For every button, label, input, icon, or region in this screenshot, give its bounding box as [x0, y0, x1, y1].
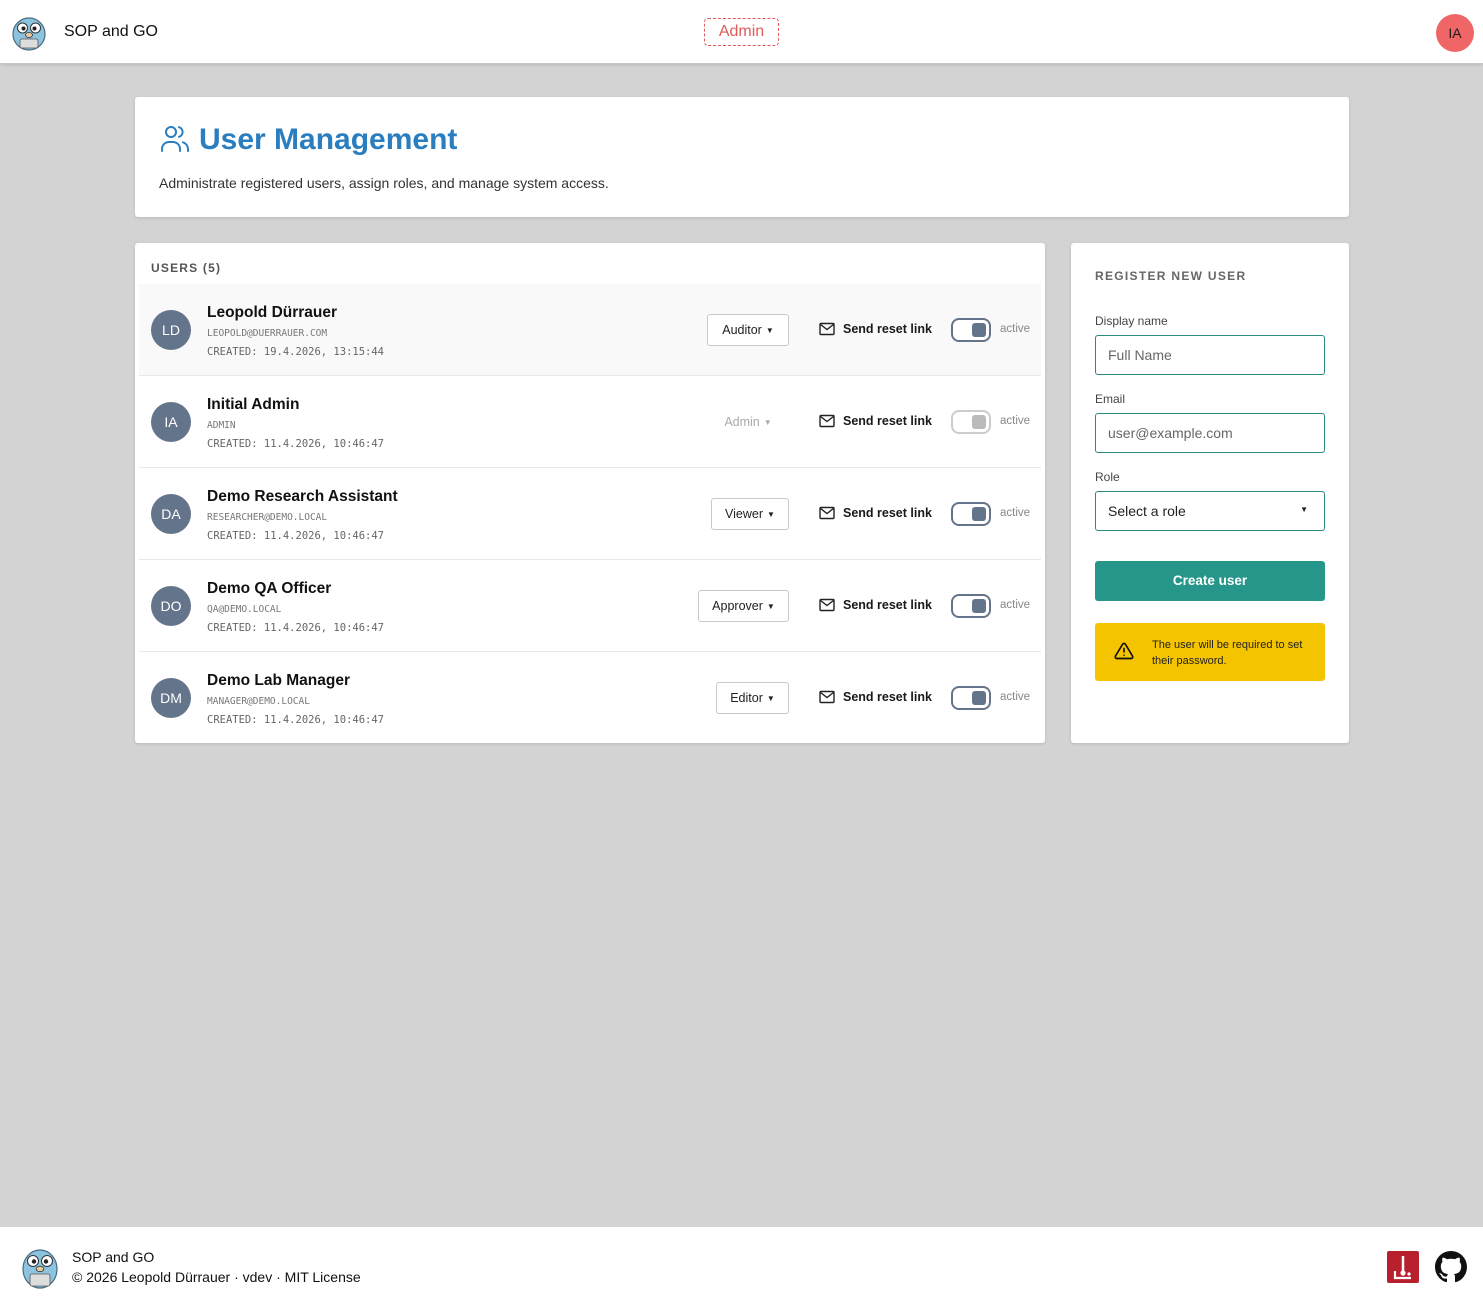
- user-avatar[interactable]: IA: [1436, 14, 1474, 52]
- user-avatar: DA: [151, 494, 191, 534]
- chevron-down-icon: ▼: [763, 418, 772, 427]
- user-avatar: DO: [151, 586, 191, 626]
- reset-link-label: Send reset link: [843, 690, 932, 704]
- register-user-card: REGISTER NEW USER Display name Email Rol…: [1071, 243, 1349, 743]
- role-value: Admin: [724, 415, 760, 429]
- active-toggle: [951, 410, 991, 434]
- user-email: ADMIN: [207, 420, 236, 431]
- reset-link-label: Send reset link: [843, 414, 932, 428]
- warning-triangle-icon: [1114, 642, 1134, 660]
- user-email: QA@DEMO.LOCAL: [207, 604, 282, 615]
- active-toggle[interactable]: [951, 686, 991, 710]
- password-notice: The user will be required to set their p…: [1095, 623, 1325, 681]
- reset-link-label: Send reset link: [843, 506, 932, 520]
- reset-link-label: Send reset link: [843, 598, 932, 612]
- top-bar: SOP and GO Admin IA: [0, 0, 1483, 64]
- user-name: Demo QA Officer: [207, 580, 332, 597]
- users-icon: [161, 126, 189, 152]
- role-value: Approver: [712, 599, 763, 613]
- chevron-down-icon: ▼: [767, 510, 775, 519]
- user-created: CREATED: 11.4.2026, 10:46:47: [207, 714, 385, 726]
- mail-icon: [819, 414, 835, 428]
- role-dropdown[interactable]: Editor ▼: [716, 682, 789, 714]
- mail-icon: [819, 322, 835, 336]
- user-row: DO Demo QA Officer QA@DEMO.LOCAL CREATED…: [139, 560, 1041, 652]
- page-header-card: User Management Administrate registered …: [135, 97, 1349, 217]
- register-heading: REGISTER NEW USER: [1095, 269, 1247, 283]
- user-created: CREATED: 11.4.2026, 10:46:47: [207, 530, 385, 542]
- footer: SOP and GO © 2026 Leopold Dürrauer · vde…: [0, 1227, 1483, 1307]
- user-row: LD Leopold Dürrauer LEOPOLD@DUERRAUER.CO…: [139, 284, 1041, 376]
- user-name: Demo Research Assistant: [207, 488, 398, 505]
- mail-icon: [819, 690, 835, 704]
- app-name[interactable]: SOP and GO: [64, 23, 158, 41]
- footer-copyright: © 2026 Leopold Dürrauer · vdev · MIT Lic…: [72, 1269, 361, 1285]
- role-value: Viewer: [725, 507, 764, 521]
- user-avatar: LD: [151, 310, 191, 350]
- role-select-value: Select a role: [1108, 503, 1186, 519]
- status-label: active: [1000, 507, 1031, 519]
- role-dropdown[interactable]: Auditor ▼: [707, 314, 789, 346]
- page-title: User Management: [199, 123, 458, 156]
- role-value: Editor: [730, 691, 763, 705]
- user-row: DM Demo Lab Manager MANAGER@DEMO.LOCAL C…: [139, 652, 1041, 744]
- footer-app-name: SOP and GO: [72, 1249, 155, 1265]
- status-label: active: [1000, 599, 1031, 611]
- github-icon[interactable]: [1435, 1251, 1467, 1283]
- chevron-down-icon: ▼: [766, 602, 775, 611]
- users-count-heading: USERS (5): [151, 261, 222, 275]
- reset-link-label: Send reset link: [843, 322, 932, 336]
- user-name: Demo Lab Manager: [207, 672, 350, 689]
- chevron-down-icon: ▼: [1300, 505, 1308, 514]
- user-email: RESEARCHER@DEMO.LOCAL: [207, 512, 328, 523]
- notice-text: The user will be required to set their p…: [1152, 639, 1303, 667]
- role-dropdown[interactable]: Viewer ▼: [711, 498, 789, 530]
- gopher-logo-icon: [22, 1249, 58, 1289]
- active-toggle[interactable]: [951, 318, 991, 342]
- toggle-knob: [972, 415, 986, 429]
- mail-icon: [819, 598, 835, 612]
- user-created: CREATED: 19.4.2026, 13:15:44: [207, 346, 385, 358]
- create-user-button[interactable]: Create user: [1095, 561, 1325, 601]
- docs-icon[interactable]: [1387, 1251, 1419, 1283]
- chevron-down-icon: ▼: [765, 326, 774, 335]
- status-label: active: [1000, 691, 1031, 703]
- active-toggle[interactable]: [951, 594, 991, 618]
- user-name: Leopold Dürrauer: [207, 304, 338, 321]
- active-toggle[interactable]: [951, 502, 991, 526]
- mail-icon: [819, 506, 835, 520]
- page-subtitle: Administrate registered users, assign ro…: [159, 175, 609, 191]
- status-label: active: [1000, 323, 1031, 335]
- email-input[interactable]: [1095, 413, 1325, 453]
- display-name-label: Display name: [1095, 314, 1168, 328]
- user-row: IA Initial Admin ADMIN CREATED: 11.4.202…: [139, 376, 1041, 468]
- role-dropdown: Admin ▼: [717, 406, 779, 438]
- user-email: MANAGER@DEMO.LOCAL: [207, 696, 310, 707]
- toggle-knob: [972, 507, 986, 521]
- toggle-knob: [972, 599, 986, 613]
- chevron-down-icon: ▼: [766, 694, 775, 703]
- role-dropdown[interactable]: Approver ▼: [698, 590, 789, 622]
- toggle-knob: [972, 323, 986, 337]
- user-created: CREATED: 11.4.2026, 10:46:47: [207, 438, 385, 450]
- user-created: CREATED: 11.4.2026, 10:46:47: [207, 622, 385, 634]
- users-list-card: USERS (5) LD Leopold Dürrauer LEOPOLD@DU…: [135, 243, 1045, 743]
- role-label: Role: [1095, 470, 1120, 484]
- user-avatar: IA: [151, 402, 191, 442]
- status-label: active: [1000, 415, 1031, 427]
- user-name: Initial Admin: [207, 396, 300, 413]
- display-name-input[interactable]: [1095, 335, 1325, 375]
- role-value: Auditor: [722, 323, 762, 337]
- user-avatar: DM: [151, 678, 191, 718]
- user-row: DA Demo Research Assistant RESEARCHER@DE…: [139, 468, 1041, 560]
- user-email: LEOPOLD@DUERRAUER.COM: [207, 328, 328, 339]
- gopher-logo-icon[interactable]: [10, 13, 48, 51]
- email-label: Email: [1095, 392, 1126, 406]
- role-select[interactable]: Select a role ▼: [1095, 491, 1325, 531]
- toggle-knob: [972, 691, 986, 705]
- admin-badge[interactable]: Admin: [704, 18, 779, 46]
